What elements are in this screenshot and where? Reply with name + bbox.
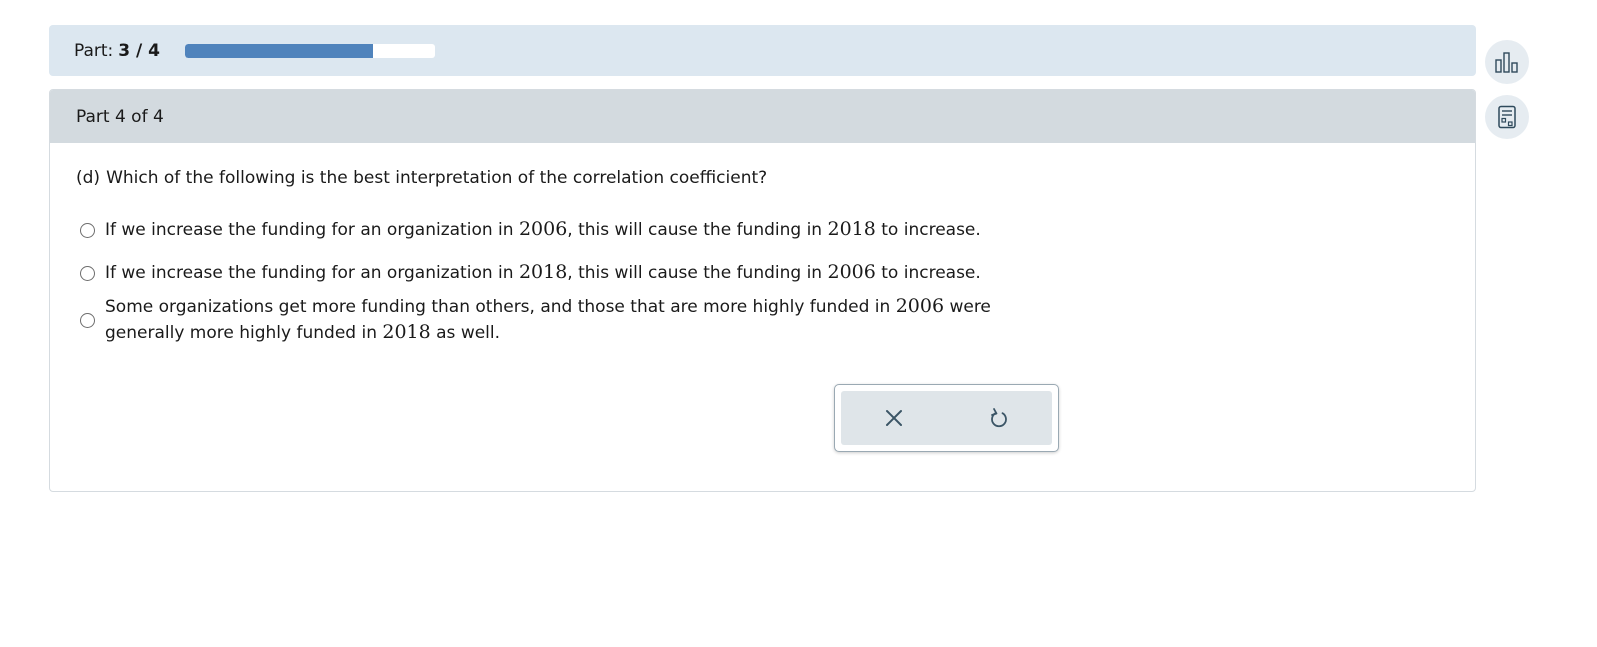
undo-icon: [991, 408, 1008, 428]
choice-text: If we increase the funding for an organi…: [105, 261, 981, 283]
answer-actions: [834, 384, 1059, 452]
question-card: Part 4 of 4 (d) Which of the following is…: [49, 89, 1476, 492]
bar-chart-icon: [1495, 52, 1518, 73]
choice-option-1[interactable]: If we increase the funding for an organi…: [80, 217, 981, 243]
part-value: 3 / 4: [118, 40, 160, 61]
choice-option-3[interactable]: Some organizations get more funding than…: [80, 294, 1025, 346]
radio-button[interactable]: [80, 312, 95, 328]
question-prompt: (d) Which of the following is the best in…: [76, 168, 767, 188]
clear-button[interactable]: [841, 391, 947, 445]
choice-text: If we increase the funding for an organi…: [105, 218, 981, 240]
answer-actions-bar: [841, 391, 1052, 445]
calculator-button[interactable]: [1485, 95, 1529, 139]
undo-button[interactable]: [947, 391, 1053, 445]
part-label: Part:: [74, 40, 114, 61]
part-indicator: Part: 3 / 4: [74, 41, 160, 61]
part-header: Part 4 of 4: [50, 90, 1475, 143]
choice-option-2[interactable]: If we increase the funding for an organi…: [80, 260, 981, 286]
choice-text: Some organizations get more funding than…: [105, 295, 991, 343]
progress-bar: [185, 43, 435, 58]
radio-button[interactable]: [80, 222, 95, 238]
radio-button[interactable]: [80, 265, 95, 281]
close-icon: [885, 410, 902, 426]
calculator-icon: [1498, 105, 1516, 129]
question-label: (d): [76, 168, 101, 188]
statistics-button[interactable]: [1485, 40, 1529, 84]
progress-bar-fill: [185, 43, 373, 58]
progress-header: Part: 3 / 4: [49, 25, 1476, 76]
question-text: Which of the following is the best inter…: [106, 168, 768, 188]
